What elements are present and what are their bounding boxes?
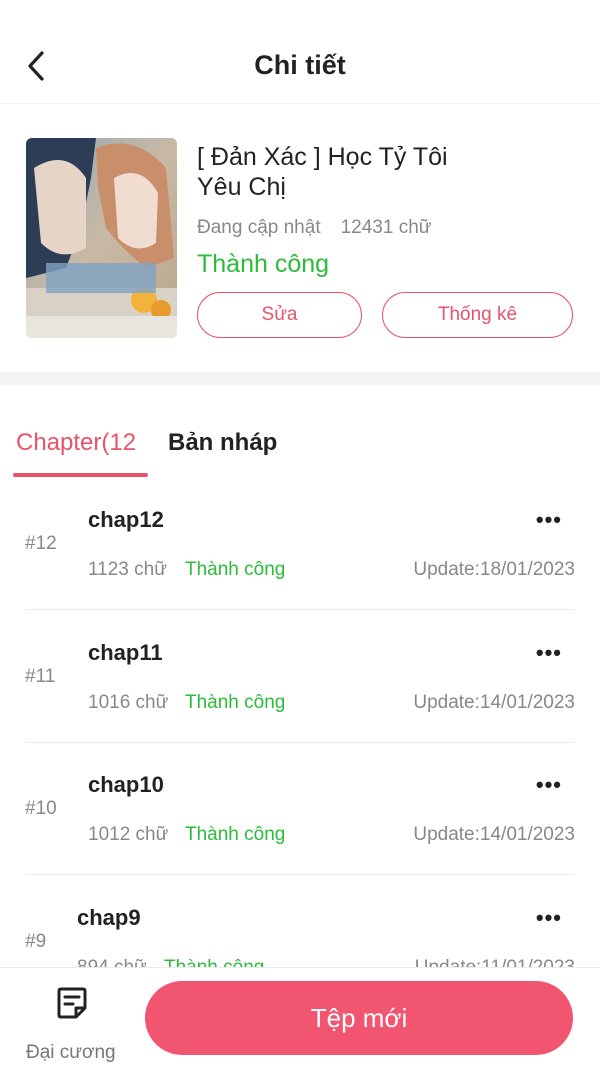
chapter-row[interactable]: #11 chap11 1016 chữ Thành công Update:14… [0,610,600,743]
book-cover[interactable] [26,138,177,338]
tab-chapters[interactable]: Chapter(12 [16,429,136,457]
chapter-status: Thành công [185,824,286,845]
chapter-title: chap9 [77,905,141,930]
chapter-update-date: Update:11/01/2023 [415,957,575,967]
header: Chi tiết [0,0,600,104]
chapter-title: chap10 [88,772,164,797]
bottom-action-bar: Đại cương Tệp mới [0,967,600,1067]
chapter-number: #11 [25,666,56,687]
chapter-title: chap11 [88,640,163,665]
section-divider [0,372,600,385]
chapter-row[interactable]: #12 chap12 1123 chữ Thành công Update:18… [0,477,600,610]
chapter-number: #10 [25,798,57,819]
more-options-icon[interactable]: ••• [536,507,562,533]
chapter-status: Thành công [185,559,286,580]
book-status: Thành công [197,250,330,278]
new-chapter-button[interactable]: Tệp mới [145,981,573,1055]
book-info: [ Đản Xác ] Học Tỷ Tôi Yêu Chị Đang cập … [0,104,600,372]
chapter-word-count: 1012 chữ [88,824,169,845]
chapter-status: Thành công [185,692,286,713]
outline-button[interactable]: Đại cương [18,982,128,1063]
chapter-number: #12 [25,533,57,554]
chapter-row[interactable]: #10 chap10 1012 chữ Thành công Update:14… [0,742,600,875]
book-title: [ Đản Xác ] Học Tỷ Tôi Yêu Chị [197,143,448,201]
chapter-update-date: Update:14/01/2023 [413,824,575,845]
chapter-row[interactable]: #9 chap9 894 chữ Thành công Update:11/01… [0,875,600,967]
chapter-update-date: Update:18/01/2023 [413,559,575,580]
more-options-icon[interactable]: ••• [536,640,562,666]
chapter-title: chap12 [88,507,164,532]
more-options-icon[interactable]: ••• [536,772,562,798]
chapter-word-count: 894 chữ [77,957,147,967]
tab-drafts[interactable]: Bản nháp [168,429,277,457]
page-title: Chi tiết [254,50,346,80]
chapter-list: #12 chap12 1123 chữ Thành công Update:18… [0,477,600,967]
chapter-update-date: Update:14/01/2023 [413,692,575,713]
book-cover-photo [26,138,177,338]
more-options-icon[interactable]: ••• [536,905,562,931]
chapter-status: Thành công [164,957,264,967]
chapter-word-count: 1123 chữ [88,559,167,580]
outline-document-icon [57,987,87,1019]
stats-button[interactable]: Thống kê [382,292,573,338]
tab-bar: Chapter(12 Bản nháp [0,385,600,477]
chapter-word-count: 1016 chữ [88,692,169,713]
chapter-number: #9 [25,931,47,952]
book-word-count: 12431 chữ [340,217,432,238]
book-meta: Đang cập nhật 12431 chữ [197,217,432,239]
book-update-status: Đang cập nhật [197,217,321,238]
edit-button[interactable]: Sửa [197,292,362,338]
outline-label: Đại cương [26,1042,116,1063]
